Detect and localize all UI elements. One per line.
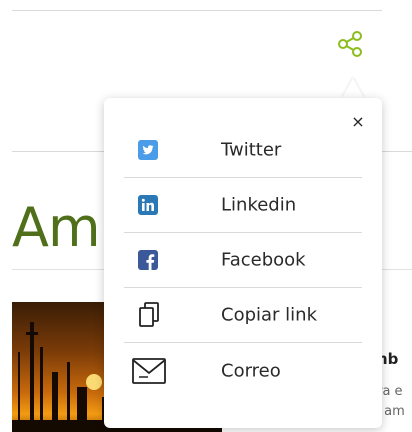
share-item-label: Twitter: [221, 139, 282, 161]
popup-arrow: [342, 78, 364, 98]
divider: [12, 10, 382, 11]
share-twitter-item[interactable]: Twitter: [124, 123, 362, 178]
share-email-item[interactable]: Correo: [124, 343, 362, 398]
facebook-icon: [138, 250, 158, 270]
mail-icon: [132, 357, 166, 384]
linkedin-icon: [138, 195, 158, 215]
copy-link-icon: [139, 302, 159, 327]
share-linkedin-item[interactable]: Linkedin: [124, 178, 362, 233]
share-icon[interactable]: [336, 30, 364, 58]
share-item-label: Linkedin: [221, 194, 297, 216]
share-popup: × Twitter Linkedin Facebook Copiar link …: [104, 98, 382, 428]
share-item-label: Correo: [221, 360, 281, 381]
twitter-icon: [138, 140, 158, 160]
page: Am mb tra e e am × Twitter Linkedin Face…: [0, 0, 412, 432]
share-item-label: Facebook: [221, 249, 306, 271]
share-facebook-item[interactable]: Facebook: [124, 233, 362, 288]
share-item-label: Copiar link: [221, 304, 317, 326]
share-copy-link-item[interactable]: Copiar link: [124, 288, 362, 343]
article-heading: Am: [12, 196, 101, 259]
